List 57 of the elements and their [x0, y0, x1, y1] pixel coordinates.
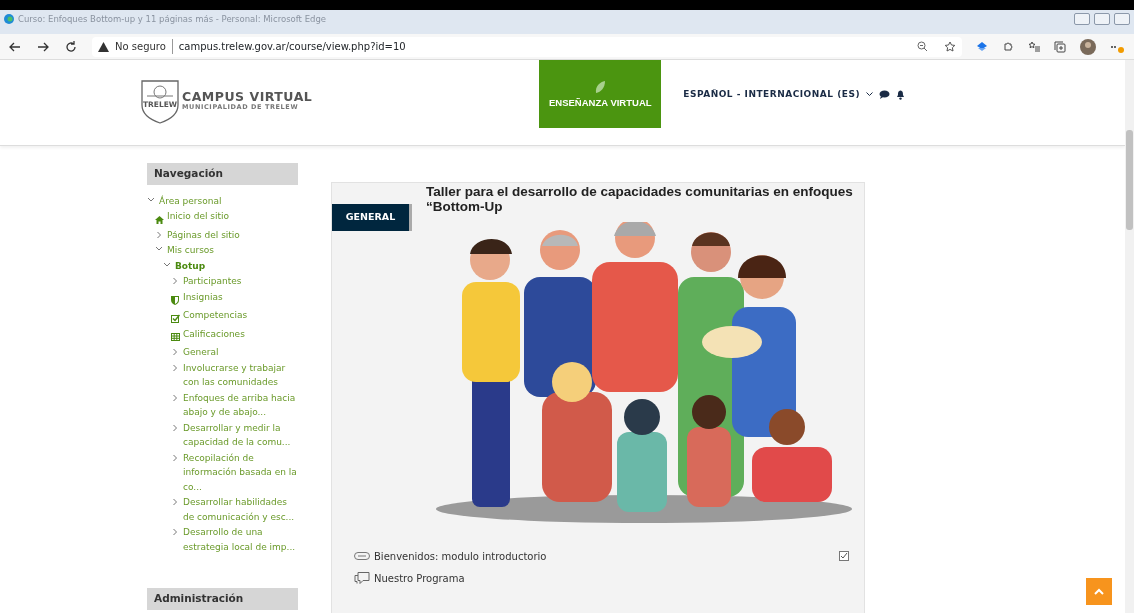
language-menu[interactable]: ESPAÑOL - INTERNACIONAL (ES) [683, 88, 860, 102]
favorites-icon[interactable] [1028, 40, 1040, 53]
chevron-down-icon[interactable] [163, 261, 173, 268]
nav-link[interactable]: Calificaciones [183, 326, 245, 341]
section-tab[interactable]: GENERAL [332, 204, 412, 231]
scrollbar-thumb[interactable] [1126, 130, 1133, 230]
course-title: Taller para el desarrollo de capacidades comunitarias en enfoques “Bottom-Up [426, 184, 854, 214]
shield-icon [171, 295, 179, 305]
nav-link[interactable]: Inicio del sitio [167, 209, 229, 224]
extension-icon[interactable] [976, 40, 988, 53]
nav-link[interactable]: Involucrarse y trabajar con las comunidades [183, 360, 298, 390]
activity-link[interactable]: Nuestro Programa [374, 570, 465, 586]
window-title: Curso: Enfoques Bottom-up y 11 páginas más - Personal: Microsoft Edge [18, 12, 327, 26]
zoom-icon[interactable] [917, 41, 928, 52]
nav-link[interactable]: Enfoques de arriba hacia abajo y de abajo... [183, 390, 298, 420]
minimize-button[interactable] [1074, 13, 1090, 25]
teaching-button[interactable]: ENSEÑANZA VIRTUAL [539, 60, 662, 128]
nav-link[interactable]: Desarrollar habilidades de comunicación y esc... [183, 495, 298, 524]
nav-link[interactable]: General [183, 345, 219, 360]
url-text: campus.trelew.gov.ar/course/view.php?id=10 [171, 39, 406, 54]
nav-link[interactable]: Insignias [183, 289, 223, 304]
restore-button[interactable] [1094, 13, 1110, 25]
nav-link[interactable]: Botup [175, 258, 206, 273]
block-header: Administración [147, 587, 298, 610]
logo-title: CAMPUS VIRTUAL [182, 90, 313, 104]
forum-icon [354, 571, 370, 585]
chat-icon[interactable] [879, 90, 890, 100]
arrow-up-icon [1094, 588, 1104, 595]
nav-link[interactable]: Competencias [183, 308, 248, 323]
nav-link[interactable]: Participantes [183, 274, 242, 289]
link-icon [354, 552, 370, 560]
close-button[interactable] [1114, 13, 1130, 25]
profile-avatar-icon[interactable] [1080, 38, 1096, 55]
leaf-icon [594, 80, 607, 95]
nav-link[interactable]: Páginas del sitio [167, 227, 240, 242]
block-header: Navegación [147, 163, 298, 185]
chevron-down-icon[interactable] [155, 246, 165, 252]
favorite-icon[interactable] [944, 40, 956, 53]
home-icon [155, 215, 164, 224]
collections-icon[interactable] [1054, 40, 1066, 53]
bell-icon[interactable] [896, 89, 905, 100]
security-label: No seguro [115, 40, 166, 54]
checkbox-icon [171, 314, 180, 323]
refresh-icon[interactable] [64, 39, 78, 54]
chevron-down-icon[interactable] [147, 196, 157, 203]
warning-icon [98, 41, 109, 52]
table-icon [171, 333, 180, 341]
activity-link[interactable]: Bienvenidos: modulo introductorio [374, 548, 547, 564]
caret-icon [866, 92, 873, 98]
address-bar[interactable]: No seguro campus.trelew.gov.ar/course/view.php?id=10 [92, 36, 962, 57]
nav-link[interactable]: Desarrollar y medir la capacidad de la comu... [183, 420, 298, 450]
nav-link[interactable]: Desarrollo de una estrategia local de imp... [183, 525, 298, 554]
completion-checkbox[interactable] [839, 551, 849, 561]
nav-link[interactable]: Mis cursos [167, 243, 215, 258]
nav-link[interactable]: Área personal [159, 193, 222, 208]
nav-link[interactable]: Recopilación de información basada en la co... [183, 450, 298, 494]
municipal-shield-drawing [141, 80, 179, 124]
